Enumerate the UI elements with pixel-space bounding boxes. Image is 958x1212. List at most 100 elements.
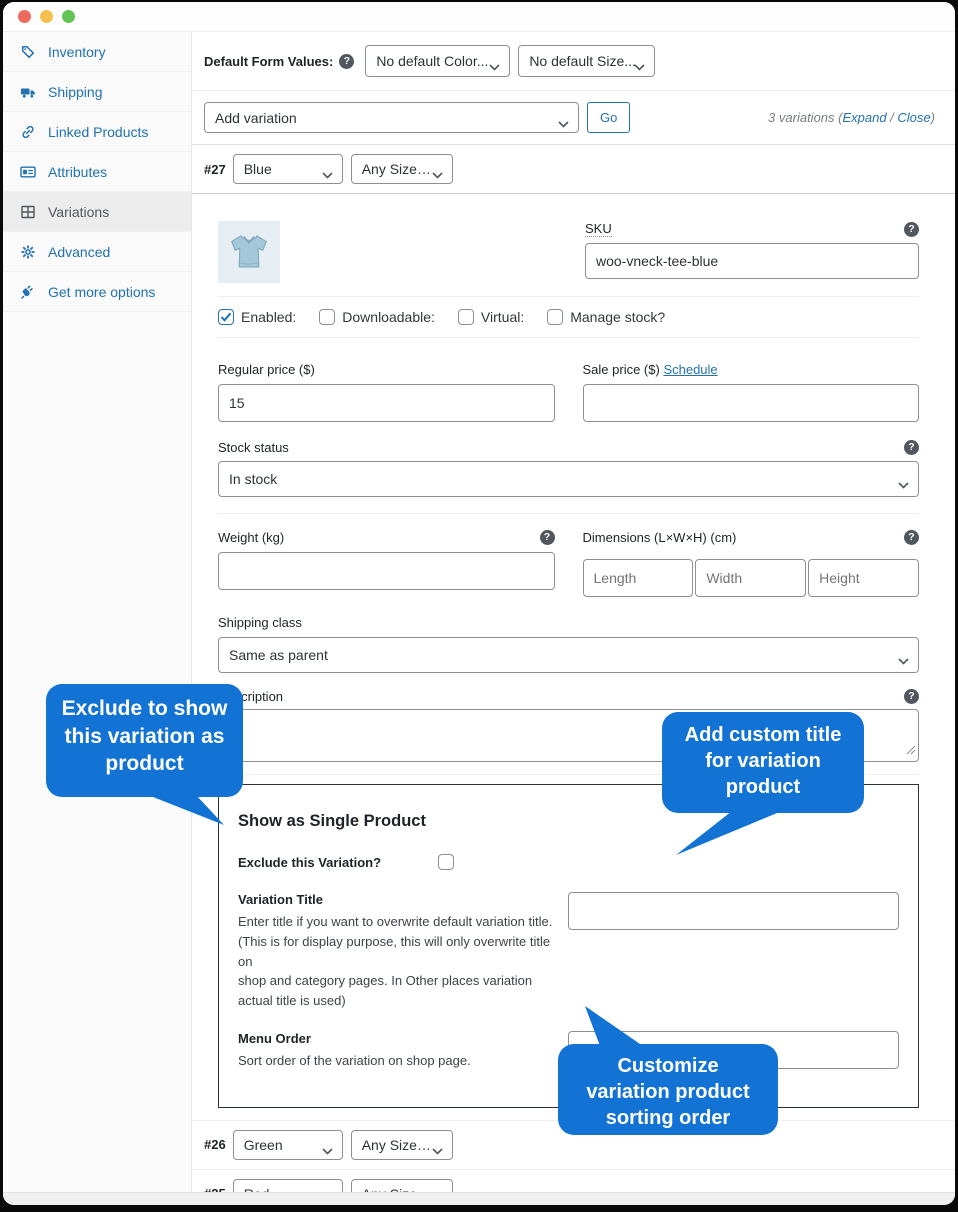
sidebar-item-advanced[interactable]: Advanced xyxy=(3,232,191,272)
downloadable-checkbox[interactable] xyxy=(319,309,335,325)
sidebar-item-label: Shipping xyxy=(48,84,103,100)
width-input[interactable] xyxy=(695,559,806,597)
stock-status-label: Stock status xyxy=(218,440,289,455)
chevron-down-icon xyxy=(322,1142,333,1158)
height-input[interactable] xyxy=(808,559,919,597)
variation-flags-row: Enabled: Downloadable: Virtual: Manage s… xyxy=(218,297,919,337)
regular-price-label: Regular price ($) xyxy=(218,362,555,377)
truck-icon xyxy=(19,84,36,100)
shipping-class-select[interactable]: Same as parent xyxy=(218,637,919,673)
variation-title-input[interactable] xyxy=(568,892,899,930)
help-icon[interactable]: ? xyxy=(904,440,919,455)
sidebar-item-label: Attributes xyxy=(48,164,107,180)
menu-order-label: Menu Order xyxy=(238,1031,568,1046)
help-icon[interactable]: ? xyxy=(904,222,919,237)
variation-size-select[interactable]: Any Size… xyxy=(351,1130,453,1160)
chevron-down-icon xyxy=(432,1142,443,1158)
variation-title-label: Variation Title xyxy=(238,892,568,907)
callout-tail xyxy=(576,1006,646,1046)
variation-size-select[interactable]: Any Size… xyxy=(351,154,453,184)
virtual-label: Virtual: xyxy=(481,309,524,325)
chevron-down-icon xyxy=(898,652,909,668)
single-product-title: Show as Single Product xyxy=(238,812,899,831)
add-variation-row: Add variation Go 3 variations (Expand / … xyxy=(192,91,955,145)
gear-icon xyxy=(19,244,36,260)
help-icon[interactable]: ? xyxy=(540,530,555,545)
sale-price-input[interactable] xyxy=(583,384,920,422)
virtual-checkbox[interactable] xyxy=(458,309,474,325)
chevron-down-icon xyxy=(432,166,443,182)
length-input[interactable] xyxy=(583,559,694,597)
titlebar xyxy=(3,2,955,32)
callout-tail xyxy=(146,795,226,827)
chevron-down-icon xyxy=(489,58,500,74)
sidebar-item-label: Linked Products xyxy=(48,124,148,140)
app-window: Inventory Shipping Linked Products Attri… xyxy=(3,2,955,1205)
variation-color-select[interactable]: Green xyxy=(233,1130,343,1160)
downloadable-label: Downloadable: xyxy=(342,309,435,325)
variation-color-select[interactable]: Blue xyxy=(233,154,343,184)
weight-label: Weight (kg) xyxy=(218,530,284,545)
product-data-sidebar: Inventory Shipping Linked Products Attri… xyxy=(3,32,192,1204)
variations-summary-top: 3 variations (Expand / Close) xyxy=(768,110,935,125)
stock-status-select[interactable]: In stock xyxy=(218,461,919,497)
tshirt-image xyxy=(226,229,272,275)
callout-sorting-order: Customize variation product sorting orde… xyxy=(558,1044,778,1135)
default-color-select[interactable]: No default Color... xyxy=(365,45,510,77)
add-variation-select[interactable]: Add variation xyxy=(204,102,579,133)
exclude-variation-checkbox[interactable] xyxy=(438,854,454,870)
sku-input[interactable] xyxy=(585,243,919,279)
chevron-down-icon xyxy=(558,115,569,131)
chevron-down-icon xyxy=(898,476,909,492)
expand-link[interactable]: Expand xyxy=(842,110,886,125)
default-form-values-label: Default Form Values: xyxy=(204,54,333,69)
sidebar-item-variations[interactable]: Variations xyxy=(3,192,191,232)
zoom-window-button[interactable] xyxy=(62,10,75,23)
chevron-down-icon xyxy=(322,166,333,182)
callout-tail xyxy=(670,811,790,857)
tag-icon xyxy=(19,44,36,60)
close-link[interactable]: Close xyxy=(897,110,930,125)
regular-price-input[interactable] xyxy=(218,384,555,422)
variation-id: #26 xyxy=(204,1137,226,1152)
sidebar-item-label: Inventory xyxy=(48,44,106,60)
manage-stock-label: Manage stock? xyxy=(570,309,665,325)
chevron-down-icon xyxy=(634,58,645,74)
sidebar-item-label: Variations xyxy=(48,204,109,220)
dimensions-label: Dimensions (L×W×H) (cm) xyxy=(583,530,737,545)
grid-icon xyxy=(19,204,36,220)
default-form-values-row: Default Form Values: ? No default Color.… xyxy=(192,32,955,91)
help-icon[interactable]: ? xyxy=(904,689,919,704)
variation-title-help: Enter title if you want to overwrite def… xyxy=(238,912,568,1011)
weight-input[interactable] xyxy=(218,552,555,590)
sidebar-item-inventory[interactable]: Inventory xyxy=(3,32,191,72)
callout-custom-title: Add custom title for variation product xyxy=(662,712,864,813)
shipping-class-label: Shipping class xyxy=(218,615,919,630)
menu-order-help: Sort order of the variation on shop page… xyxy=(238,1051,568,1071)
minimize-window-button[interactable] xyxy=(40,10,53,23)
sidebar-item-attributes[interactable]: Attributes xyxy=(3,152,191,192)
sku-label: SKU xyxy=(585,221,612,237)
plug-icon xyxy=(19,284,36,300)
manage-stock-checkbox[interactable] xyxy=(547,309,563,325)
sale-price-label: Sale price ($) xyxy=(583,362,660,377)
sidebar-item-linked-products[interactable]: Linked Products xyxy=(3,112,191,152)
exclude-variation-label: Exclude this Variation? xyxy=(238,855,381,870)
help-icon[interactable]: ? xyxy=(339,54,354,69)
sidebar-item-shipping[interactable]: Shipping xyxy=(3,72,191,112)
sidebar-item-get-more-options[interactable]: Get more options xyxy=(3,272,191,312)
close-window-button[interactable] xyxy=(18,10,31,23)
sidebar-item-label: Get more options xyxy=(48,284,155,300)
schedule-link[interactable]: Schedule xyxy=(663,362,717,377)
variation-id: #27 xyxy=(204,162,226,177)
card-icon xyxy=(19,164,36,180)
sidebar-item-label: Advanced xyxy=(48,244,110,260)
callout-exclude-variation: Exclude to show this variation as produc… xyxy=(46,684,243,797)
variation-image-thumbnail[interactable] xyxy=(218,221,280,283)
enabled-checkbox[interactable] xyxy=(218,309,234,325)
go-button[interactable]: Go xyxy=(587,102,630,133)
enabled-label: Enabled: xyxy=(241,309,296,325)
help-icon[interactable]: ? xyxy=(904,530,919,545)
variation-27-header: #27 Blue Any Size… xyxy=(192,145,955,194)
default-size-select[interactable]: No default Size... xyxy=(518,45,655,77)
